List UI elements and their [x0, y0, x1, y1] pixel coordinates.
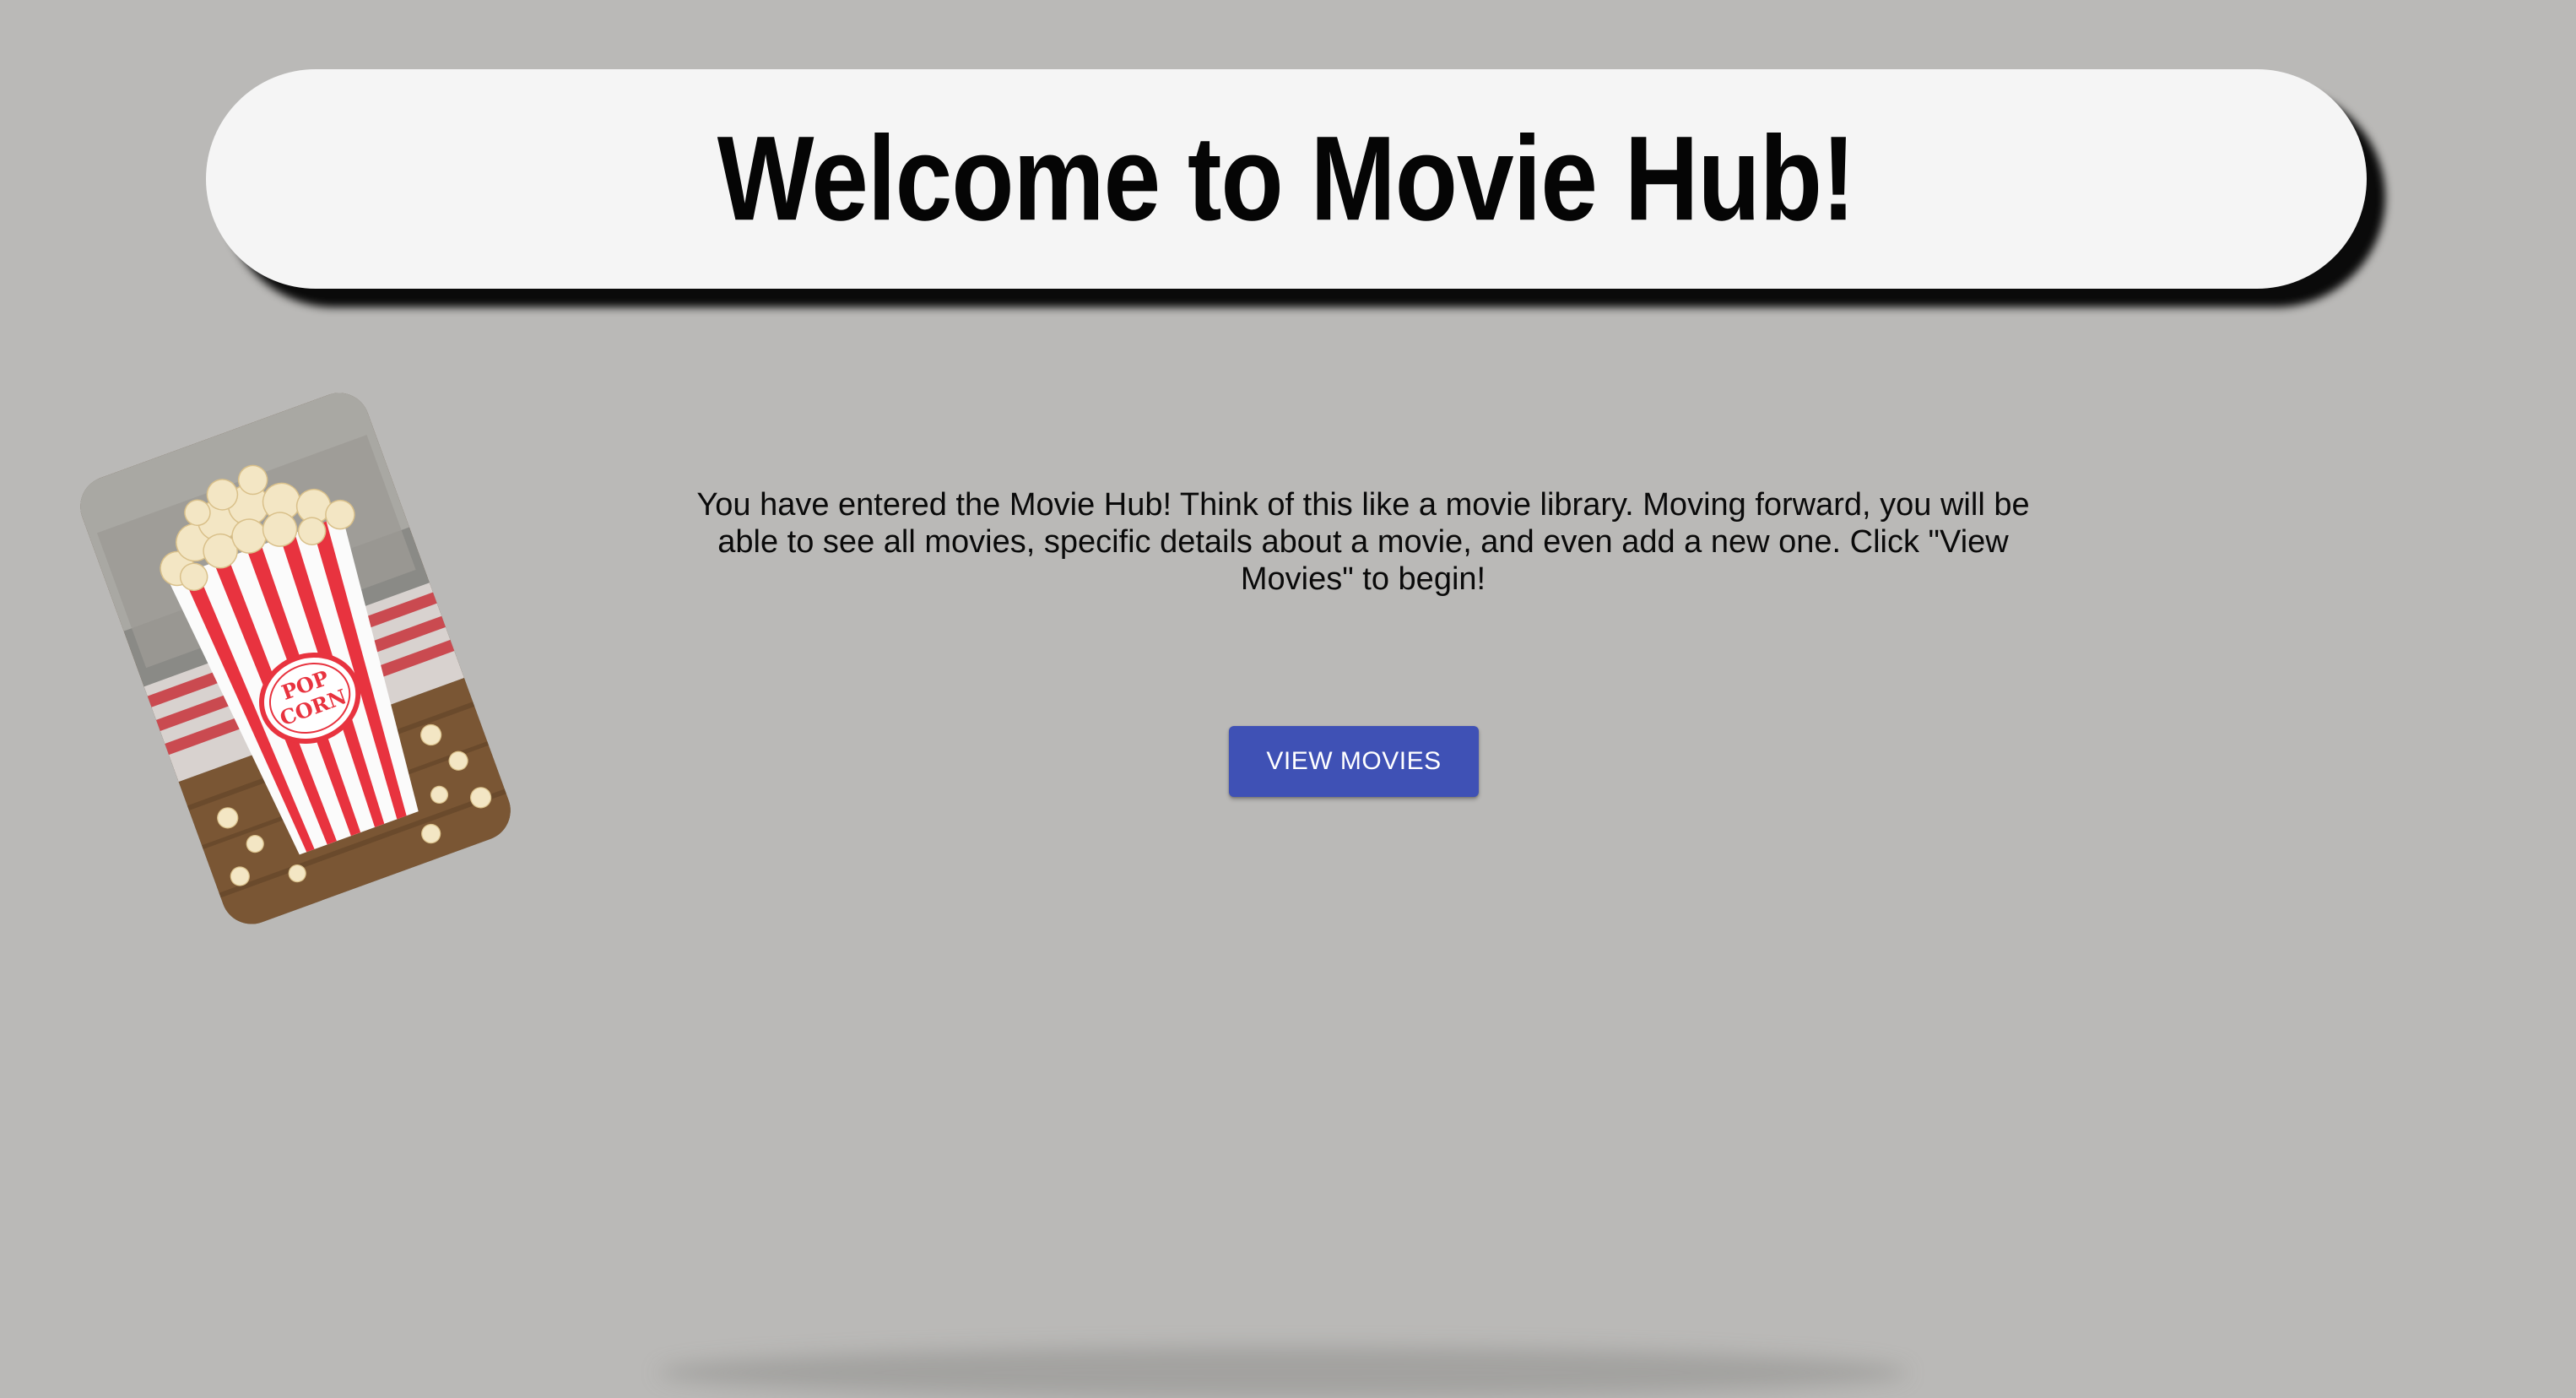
- popcorn-illustration: POP CORN: [72, 384, 519, 933]
- header-banner: Welcome to Movie Hub!: [206, 69, 2367, 289]
- view-movies-button[interactable]: VIEW MOVIES: [1229, 726, 1479, 797]
- intro-paragraph: You have entered the Movie Hub! Think of…: [696, 487, 2030, 597]
- popcorn-image: POP CORN: [72, 384, 519, 933]
- page-title: Welcome to Movie Hub!: [717, 111, 1856, 247]
- bottom-shadow: [658, 1347, 1908, 1398]
